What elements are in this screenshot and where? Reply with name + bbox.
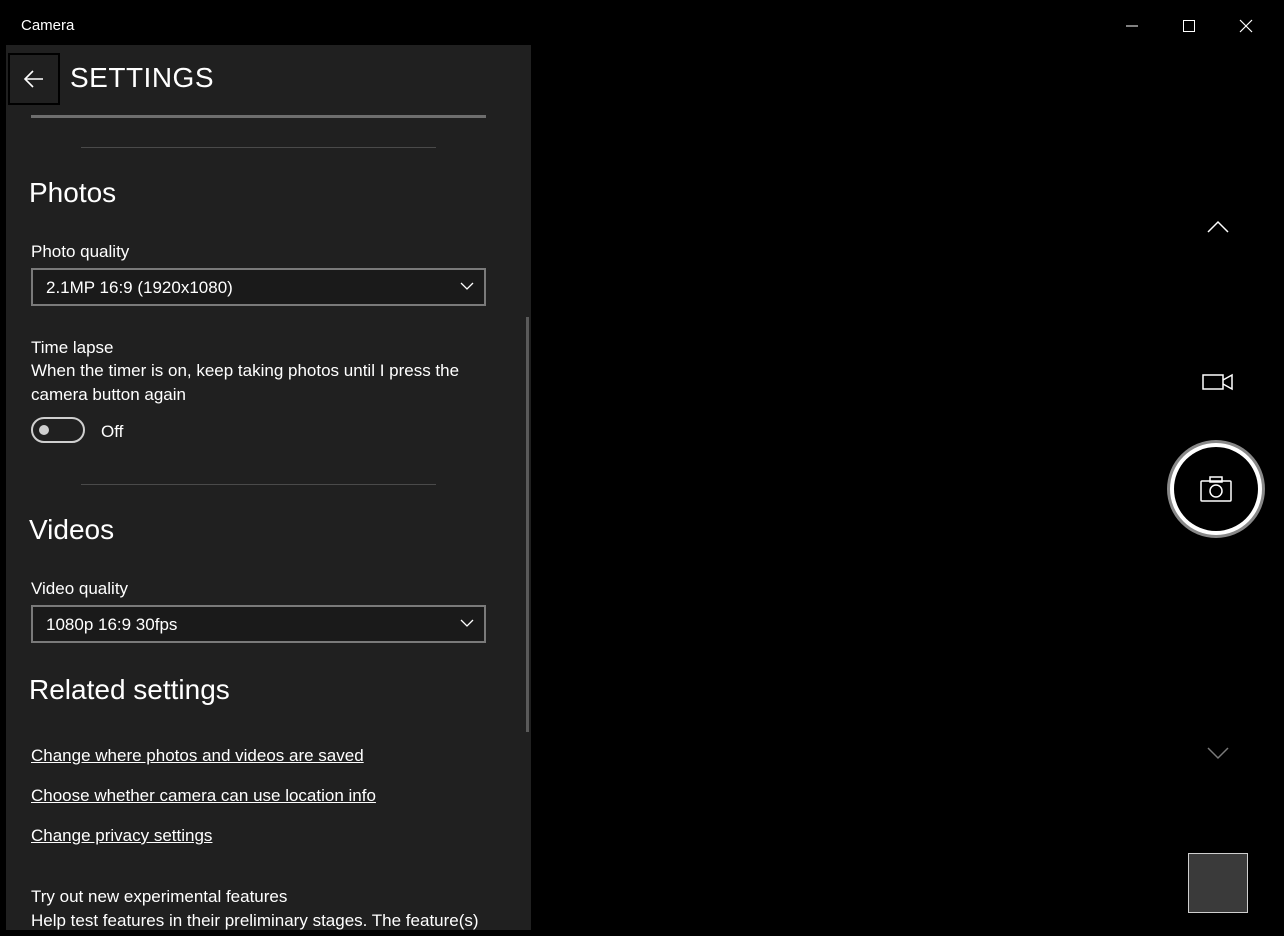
chevron-down-icon: [1207, 747, 1229, 760]
take-photo-button[interactable]: [1170, 443, 1262, 535]
back-button[interactable]: [8, 53, 60, 105]
experimental-features-description: Help test features in their preliminary …: [31, 911, 479, 930]
minimize-icon: [1126, 25, 1138, 27]
toggle-knob: [39, 425, 49, 435]
time-lapse-label: Time lapse: [31, 338, 114, 357]
settings-panel: SETTINGS Photos Photo quality 2.1MP 16:9…: [6, 45, 531, 930]
time-lapse-description: When the timer is on, keep taking photos…: [31, 361, 460, 404]
close-icon: [1239, 19, 1253, 33]
videos-section-title: Videos: [29, 514, 115, 545]
back-arrow-icon: [23, 70, 43, 88]
expand-up-button[interactable]: [1198, 214, 1238, 242]
experimental-features-label: Try out new experimental features: [31, 887, 288, 906]
link-location-info[interactable]: Choose whether camera can use location i…: [31, 786, 376, 806]
video-quality-value: 1080p 16:9 30fps: [46, 615, 178, 634]
chevron-up-icon: [1207, 220, 1229, 233]
scrollbar-thumb[interactable]: [526, 317, 529, 732]
related-settings-title: Related settings: [29, 674, 230, 705]
video-camera-icon: [1202, 373, 1233, 391]
time-lapse-toggle[interactable]: [31, 417, 85, 443]
expand-down-button[interactable]: [1198, 740, 1238, 768]
divider: [81, 147, 436, 148]
divider: [81, 484, 436, 485]
camera-icon: [1200, 476, 1232, 502]
photo-quality-dropdown[interactable]: 2.1MP 16:9 (1920x1080): [31, 268, 486, 306]
last-capture-thumbnail[interactable]: [1188, 853, 1248, 913]
link-privacy-settings[interactable]: Change privacy settings: [31, 826, 212, 846]
video-quality-dropdown[interactable]: 1080p 16:9 30fps: [31, 605, 486, 643]
video-quality-label: Video quality: [31, 579, 129, 598]
time-lapse-state: Off: [101, 422, 124, 441]
page-title: SETTINGS: [70, 62, 215, 93]
minimize-button[interactable]: [1104, 6, 1161, 46]
photos-section-title: Photos: [29, 177, 117, 208]
app-title: Camera: [21, 17, 75, 34]
link-save-location[interactable]: Change where photos and videos are saved: [31, 746, 364, 766]
title-bar: Camera: [6, 6, 1278, 46]
maximize-icon: [1183, 20, 1195, 32]
photo-quality-label: Photo quality: [31, 242, 130, 261]
video-mode-button[interactable]: [1198, 368, 1238, 396]
chevron-down-icon: [460, 282, 474, 290]
chevron-down-icon: [460, 619, 474, 627]
scrolled-content-edge: [31, 115, 486, 118]
photo-quality-value: 2.1MP 16:9 (1920x1080): [46, 278, 233, 297]
camera-window: Camera SETTINGS Photos Photo quality 2.1…: [6, 6, 1278, 930]
maximize-button[interactable]: [1161, 6, 1218, 46]
close-button[interactable]: [1218, 6, 1275, 46]
